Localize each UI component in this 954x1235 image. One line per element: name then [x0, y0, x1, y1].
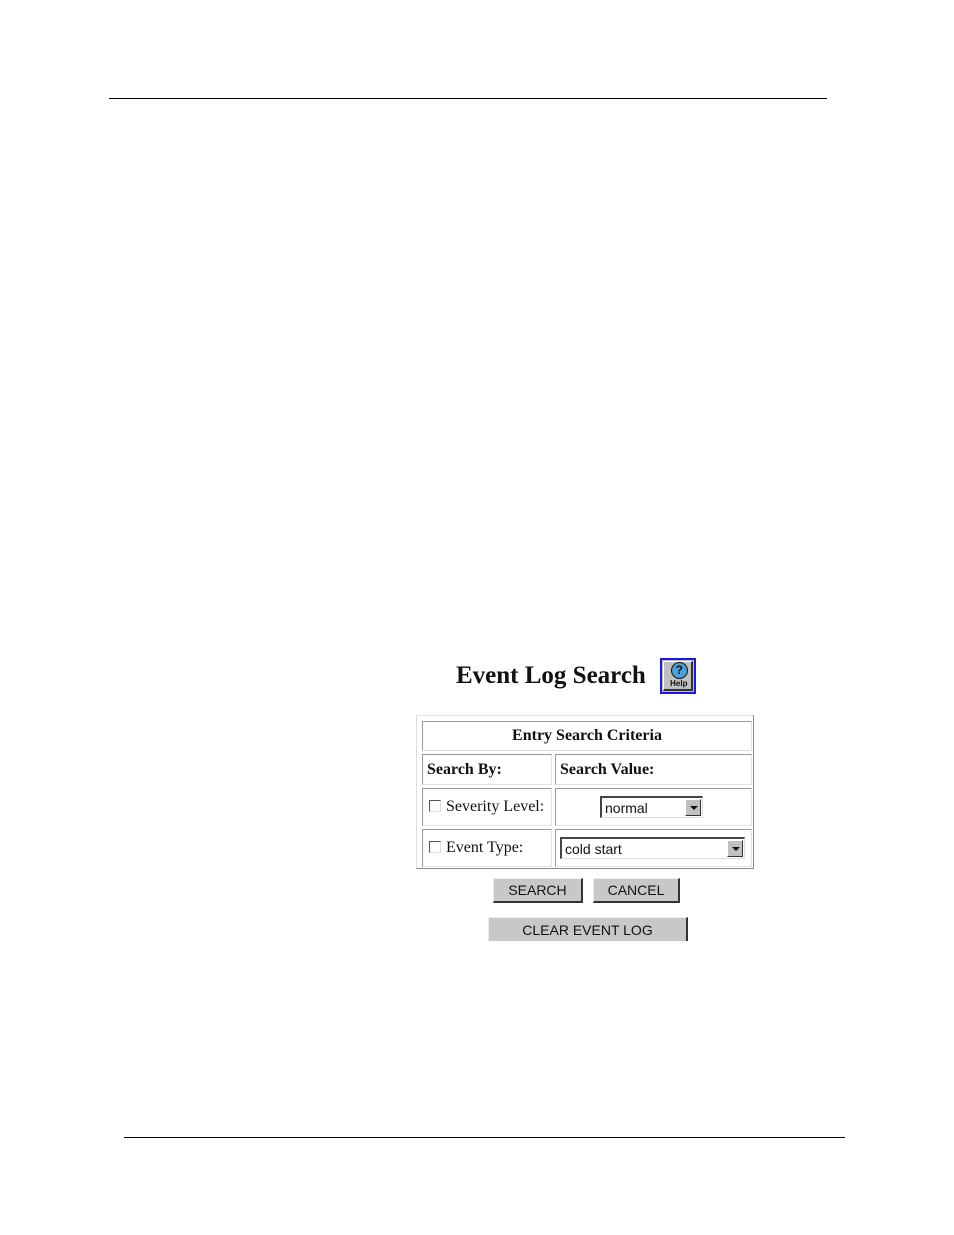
column-header-search-value: Search Value:: [555, 754, 752, 785]
event-type-value-cell: cold start: [555, 829, 752, 867]
column-header-search-by: Search By:: [422, 754, 552, 785]
cancel-button[interactable]: CANCEL: [593, 878, 680, 903]
search-criteria-table: Entry Search Criteria Search By: Search …: [416, 715, 754, 869]
footer-rule: [124, 1137, 845, 1138]
clear-event-log-button[interactable]: CLEAR EVENT LOG: [488, 917, 688, 941]
event-type-label: Event Type:: [446, 839, 524, 856]
title-row: Event Log Search ? Help: [456, 656, 696, 696]
search-button[interactable]: SEARCH: [493, 878, 583, 903]
chevron-down-icon[interactable]: [685, 799, 701, 816]
event-type-selected-value: cold start: [565, 841, 622, 857]
help-icon: ?: [670, 662, 688, 679]
event-type-select[interactable]: cold start: [560, 837, 745, 859]
page-title: Event Log Search: [456, 662, 646, 689]
header-rule: [109, 98, 827, 99]
severity-level-checkbox[interactable]: [429, 800, 441, 812]
event-type-checkbox[interactable]: [429, 841, 441, 853]
chevron-down-icon[interactable]: [727, 840, 743, 857]
severity-level-selected-value: normal: [605, 800, 648, 816]
severity-level-select[interactable]: normal: [600, 796, 703, 818]
help-button[interactable]: ? Help: [659, 658, 696, 694]
event-type-row-label: Event Type:: [422, 829, 552, 867]
severity-level-row-label: Severity Level:: [422, 788, 552, 826]
severity-level-value-cell: normal: [555, 788, 752, 826]
table-heading: Entry Search Criteria: [422, 721, 752, 751]
severity-level-label: Severity Level:: [446, 798, 545, 815]
help-label: Help: [670, 679, 688, 688]
